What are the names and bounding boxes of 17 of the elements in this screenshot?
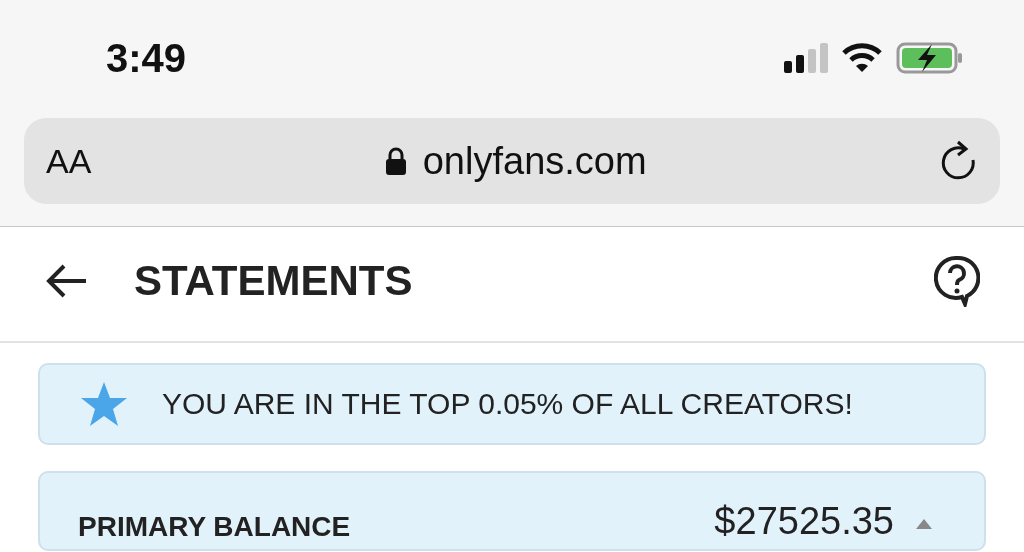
battery-charging-icon [896,42,964,74]
address-bar[interactable]: AA onlyfans.com [24,118,1000,204]
banner-text: YOU ARE IN THE TOP 0.05% OF ALL CREATORS! [162,387,853,421]
help-icon[interactable] [934,255,980,307]
wifi-icon [842,43,882,73]
caret-icon[interactable] [914,517,934,529]
clock-time: 3:49 [106,36,187,80]
lock-icon [384,147,407,175]
page-title: STATEMENTS [134,257,414,305]
reload-icon[interactable] [940,140,978,182]
text-size-button[interactable]: AA [46,141,92,181]
url-text: onlyfans.com [422,139,647,183]
back-arrow-icon[interactable] [46,264,88,298]
signal-icon [784,43,828,73]
balance-amount: $27525.35 [714,500,894,543]
star-icon [80,381,128,427]
balance-label: PRIMARY BALANCE [78,511,352,543]
